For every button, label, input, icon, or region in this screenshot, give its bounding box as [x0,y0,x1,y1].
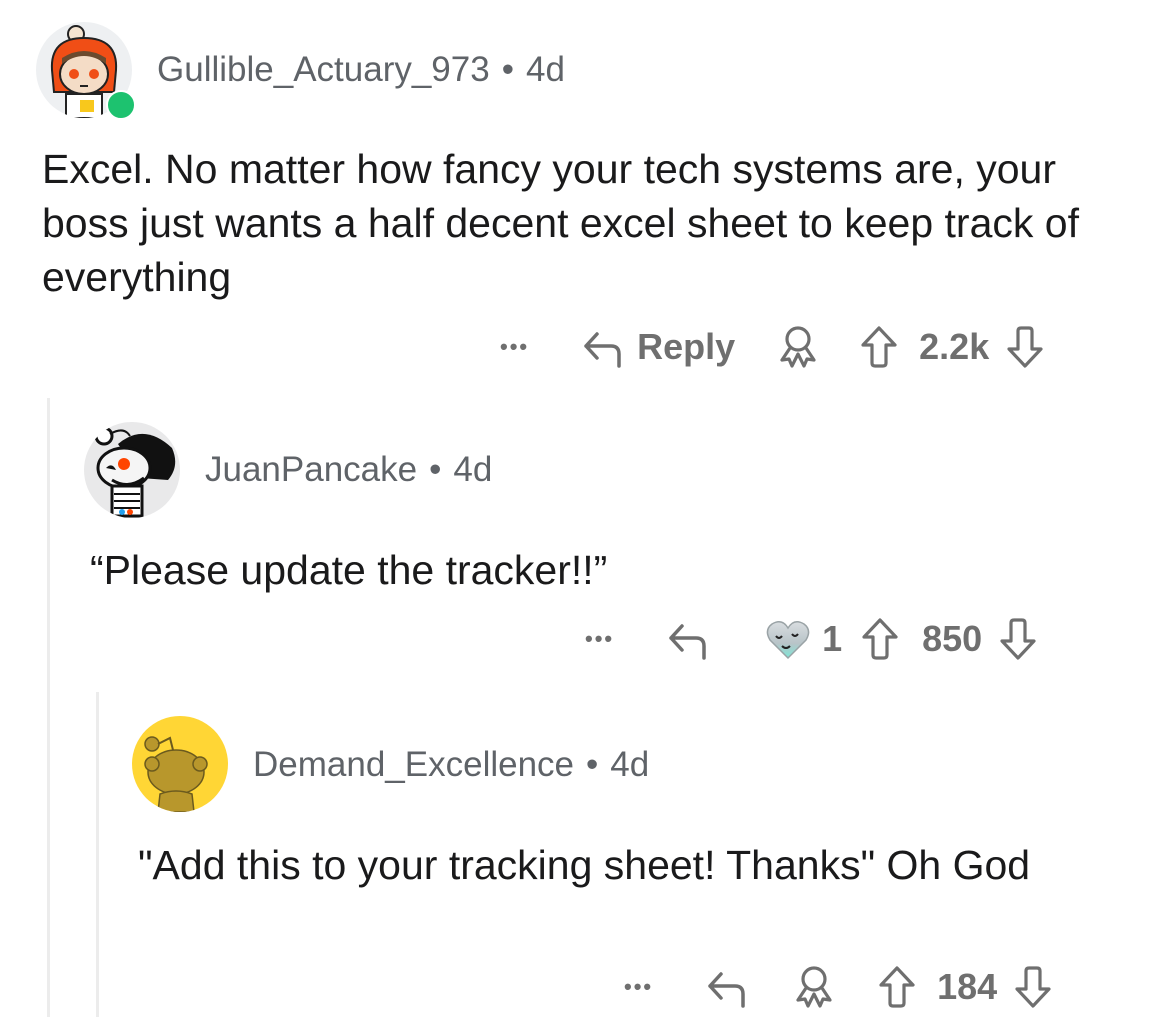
more-options-button[interactable]: ••• [624,974,653,1000]
comment-actions: ••• 1 850 [585,614,1038,664]
award-icon [780,326,816,368]
downvote-arrow-icon [1007,326,1043,368]
award-icon [796,966,832,1008]
upvote-arrow-icon [879,966,915,1008]
thread-line-level-2[interactable] [96,692,99,1017]
downvote-button[interactable] [1005,324,1045,370]
downvote-arrow-icon [1000,618,1036,660]
separator-dot: • [586,745,599,784]
reply-arrow-icon [584,332,621,368]
comment-body: “Please update the tracker!!” [90,547,608,593]
avatar[interactable] [84,422,180,518]
award-button[interactable] [793,964,835,1010]
username[interactable]: JuanPancake [205,450,417,489]
downvote-arrow-icon [1015,966,1051,1008]
reply-arrow-icon [708,972,745,1008]
more-options-button[interactable]: ••• [585,626,614,652]
username[interactable]: Demand_Excellence [253,745,574,784]
upvote-button[interactable] [877,964,917,1010]
reply-label: Reply [637,326,736,367]
comment-meta: Demand_Excellence • 4d [253,745,649,785]
username[interactable]: Gullible_Actuary_973 [157,50,490,89]
reply-arrow-icon [669,624,706,660]
separator-dot: • [501,50,514,89]
downvote-button[interactable] [1013,964,1053,1010]
online-status-dot [106,90,136,120]
more-options-button[interactable]: ••• [500,334,529,360]
award-button[interactable]: 1 [764,616,842,662]
vote-score: 2.2k [919,326,990,367]
upvote-arrow-icon [861,326,897,368]
reply-button[interactable] [666,616,712,662]
reply-button[interactable]: Reply [581,324,735,370]
comment-body: Excel. No matter how fancy your tech sys… [42,146,1079,300]
award-button[interactable] [777,324,819,370]
award-count: 1 [822,618,843,659]
reply-button[interactable] [705,964,751,1010]
downvote-button[interactable] [998,616,1038,662]
vote-score: 850 [922,618,983,659]
comment-meta: JuanPancake • 4d [205,450,492,490]
upvote-arrow-icon [862,618,898,660]
comment-actions: ••• 184 [624,962,1053,1012]
avatar[interactable] [132,716,228,812]
thread-line-level-1[interactable] [47,398,50,1017]
comment-actions: ••• Reply 2.2k [500,322,1045,372]
heart-award-icon [766,621,810,660]
comment-meta: Gullible_Actuary_973 • 4d [157,50,565,90]
vote-score: 184 [937,966,998,1007]
comment-body: "Add this to your tracking sheet! Thanks… [138,842,1031,888]
comment-age: 4d [453,450,493,489]
upvote-button[interactable] [859,324,899,370]
separator-dot: • [429,450,442,489]
comment-age: 4d [610,745,650,784]
snoo-skeleton-avatar-icon [94,426,176,518]
snoo-default-yellow-avatar-icon [144,736,208,812]
upvote-button[interactable] [860,616,900,662]
comment-age: 4d [525,50,565,89]
